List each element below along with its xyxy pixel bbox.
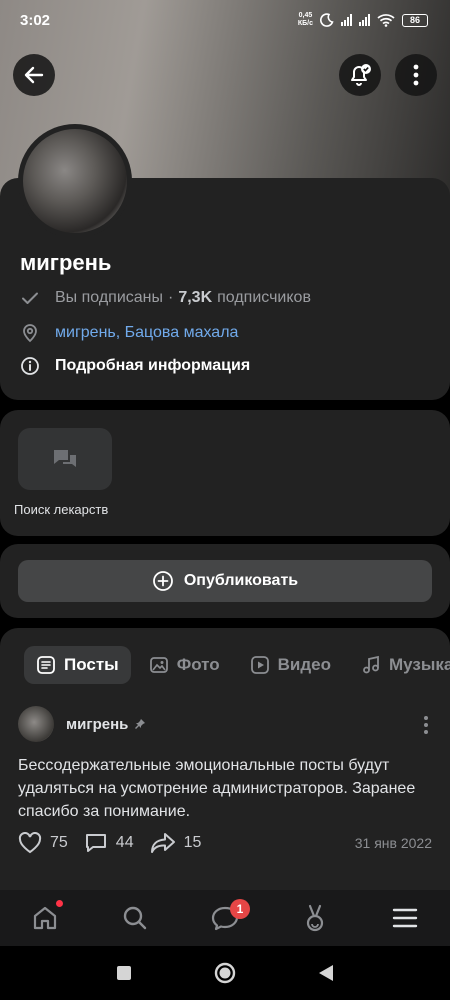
wifi-icon (377, 14, 395, 27)
back-triangle-icon[interactable] (317, 963, 335, 983)
comment-icon (84, 832, 108, 854)
signal-icon (359, 14, 370, 26)
subscribers-label: подписчиков (217, 289, 311, 306)
tab-label: Фото (176, 655, 220, 674)
likes-count: 75 (50, 834, 68, 851)
content-tabs: Посты Фото Видео Музыка (24, 646, 450, 684)
post-more-button[interactable] (424, 716, 428, 734)
system-nav-bar (0, 946, 450, 1000)
more-vertical-icon (413, 64, 419, 86)
search-icon (123, 906, 147, 930)
nav-home[interactable] (0, 890, 90, 946)
recents-icon[interactable] (115, 964, 133, 982)
avatar-image (23, 129, 127, 233)
bell-check-icon (351, 64, 371, 86)
share-icon (150, 832, 176, 854)
posts-icon (36, 655, 56, 675)
nav-clips[interactable] (270, 890, 360, 946)
post-date: 31 янв 2022 (354, 835, 432, 851)
nav-search[interactable] (90, 890, 180, 946)
comment-button[interactable]: 44 (84, 832, 134, 854)
tab-label: Музыка (389, 655, 450, 674)
notifications-button[interactable] (339, 54, 381, 96)
share-button[interactable]: 15 (150, 832, 202, 854)
tab-label: Посты (64, 655, 119, 674)
location-pin-icon (20, 323, 40, 343)
tab-label: Видео (277, 655, 332, 674)
publish-label: Опубликовать (183, 572, 299, 589)
battery-icon: 86 (402, 13, 428, 27)
shortcuts-card: Поиск лекарств (0, 410, 450, 536)
check-icon (20, 288, 40, 308)
status-time: 3:02 (20, 12, 51, 29)
feed-card: Посты Фото Видео Музыка мигрень Бессодер… (0, 628, 450, 890)
moon-icon (320, 13, 334, 27)
separator: · (168, 289, 174, 306)
tab-music[interactable]: Музыка (349, 646, 450, 684)
clips-icon (306, 904, 324, 932)
battery-level: 86 (409, 15, 420, 25)
details-label: Подробная информация (55, 357, 251, 374)
post-author[interactable]: мигрень (66, 716, 128, 733)
publish-card: Опубликовать (0, 544, 450, 618)
nav-messages[interactable]: 1 (180, 890, 270, 946)
like-button[interactable]: 75 (18, 832, 68, 854)
subscription-row[interactable]: Вы подписаны · 7,3K подписчиков (20, 288, 311, 308)
tab-videos[interactable]: Видео (238, 646, 343, 684)
net-speed-unit: КБ/с (297, 20, 313, 27)
messages-badge: 1 (230, 899, 250, 919)
shares-count: 15 (183, 834, 202, 851)
signal-icon (341, 14, 352, 26)
video-icon (250, 655, 270, 675)
pin-icon (135, 719, 146, 729)
subscribers-count: 7,3K (178, 289, 213, 306)
music-icon (361, 655, 381, 675)
publish-button[interactable]: Опубликовать (18, 560, 432, 602)
info-icon (20, 356, 40, 376)
back-button[interactable] (13, 54, 55, 96)
shortcut-label: Поиск лекарств (14, 502, 109, 517)
status-bar: 3:02 0,45 КБ/с 86 (0, 0, 450, 42)
home-circle-icon[interactable] (213, 961, 237, 985)
post-actions: 75 44 15 31 янв 2022 (18, 832, 432, 854)
avatar[interactable] (18, 124, 132, 238)
chat-bubbles-icon (54, 450, 76, 467)
nav-menu[interactable] (360, 890, 450, 946)
net-speed-value: 0,45 (298, 12, 313, 19)
subscribed-label: Вы подписаны (55, 289, 163, 306)
home-icon (33, 906, 57, 930)
post-header: мигрень (18, 706, 146, 742)
post-text: Бессодержательные эмоциональные посты бу… (18, 757, 416, 820)
photo-icon (149, 655, 169, 675)
details-row[interactable]: Подробная информация (20, 356, 250, 376)
comments-count: 44 (115, 834, 134, 851)
tab-posts[interactable]: Посты (24, 646, 131, 684)
net-speed: 0,45 КБ/с (298, 12, 313, 28)
arrow-left-icon (24, 66, 44, 84)
post-avatar[interactable] (18, 706, 54, 742)
tab-photos[interactable]: Фото (137, 646, 232, 684)
menu-icon (392, 908, 418, 928)
location-row[interactable]: мигрень, Бацова махала (20, 323, 238, 343)
home-notification-dot (56, 900, 63, 907)
bottom-nav: 1 (0, 890, 450, 946)
plus-circle-icon (152, 570, 174, 592)
heart-icon (18, 832, 42, 854)
shortcut-drug-search[interactable] (18, 428, 112, 490)
more-options-button[interactable] (395, 54, 437, 96)
location-link[interactable]: мигрень, Бацова махала (55, 324, 238, 342)
community-name: мигрень (20, 250, 112, 275)
